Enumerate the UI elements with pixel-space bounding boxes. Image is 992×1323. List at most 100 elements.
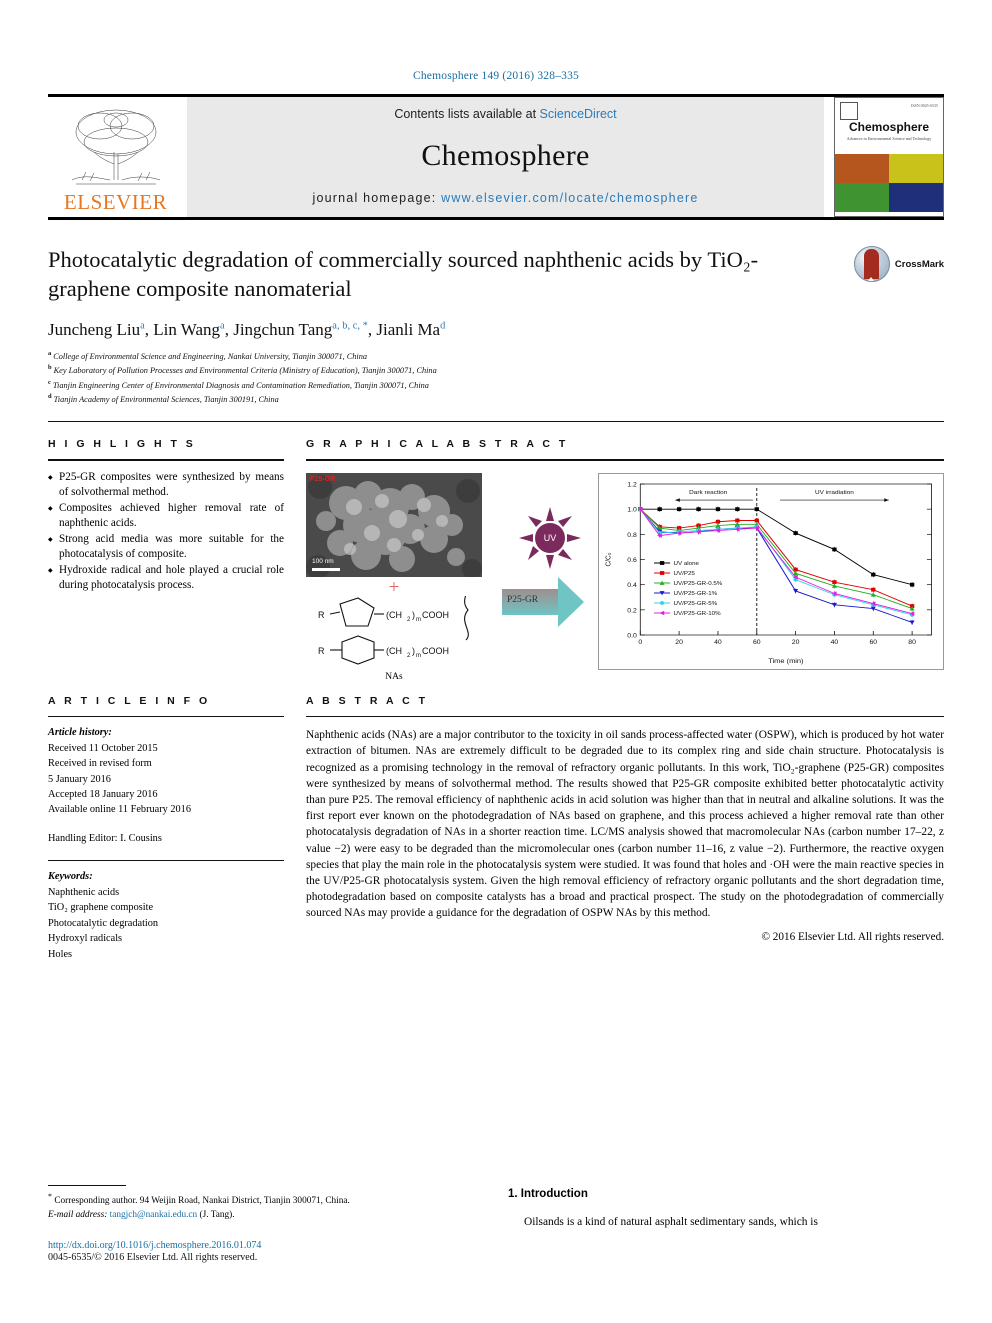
graphical-abstract-column: G R A P H I C A L A B S T R A C T P25-GR…: [306, 422, 944, 682]
sciencedirect-box: Contents lists available at ScienceDirec…: [187, 97, 824, 217]
affiliation-text: Tianjin Academy of Environmental Science…: [53, 395, 279, 405]
highlights-rule: [48, 459, 284, 461]
svg-text:m: m: [416, 617, 421, 623]
svg-text:80: 80: [908, 639, 916, 646]
list-item: Composites achieved higher removal rate …: [48, 501, 284, 531]
article-history-item: Received in revised form: [48, 758, 152, 770]
affiliation-list: a College of Environmental Science and En…: [48, 349, 944, 408]
svg-text:1.0: 1.0: [627, 507, 637, 514]
journal-cover-thumbnail: ISSN 0045-6535 Chemosphere Advances in E…: [834, 97, 944, 217]
elsevier-wordmark: ELSEVIER: [63, 190, 168, 214]
crossmark-icon-notch: [863, 277, 878, 281]
crossmark-icon-inner: [863, 249, 879, 279]
cover-footer: [835, 212, 943, 216]
keyword-item: Naphthenic acids: [48, 886, 120, 898]
highlights-list: P25-GR composites were synthesized by me…: [48, 470, 284, 593]
article-history-item: Available online 11 February 2016: [48, 804, 191, 816]
svg-text:0.0: 0.0: [627, 633, 637, 640]
introduction-heading: 1. Introduction: [508, 1188, 588, 1200]
uv-sun-icon: UV: [519, 506, 581, 569]
uv-label: UV: [535, 522, 565, 553]
svg-text:0.8: 0.8: [627, 532, 637, 539]
list-item: Strong acid media was more suitable for …: [48, 532, 284, 562]
abstract-rule: [306, 715, 944, 718]
svg-text:0.6: 0.6: [627, 557, 637, 564]
homepage-prefix: journal homepage:: [312, 191, 442, 205]
svg-text:R: R: [318, 646, 325, 656]
article-history-item: 5 January 2016: [48, 773, 111, 785]
author-name: Lin Wang: [153, 319, 221, 339]
sem-scale-label: 100 nm: [312, 557, 334, 565]
corresponding-author-text: Corresponding author. 94 Weijin Road, Na…: [52, 1196, 350, 1207]
abstract-body: Naphthenic acids (NAs) are a major contr…: [306, 729, 944, 920]
journal-title: Chemosphere: [421, 139, 590, 172]
svg-text:UV/P25-GR-0.5%: UV/P25-GR-0.5%: [674, 581, 723, 587]
graphical-abstract-heading: G R A P H I C A L A B S T R A C T: [306, 438, 569, 451]
highlights-heading: H I G H L I G H T S: [48, 438, 196, 451]
affiliation-label: a: [48, 349, 52, 357]
article-history-item: Accepted 18 January 2016: [48, 789, 158, 801]
article-history-item: Received 11 October 2015: [48, 742, 158, 754]
svg-text:R: R: [318, 610, 325, 620]
svg-text:20: 20: [675, 639, 683, 646]
svg-text:2: 2: [407, 617, 411, 623]
affiliation-item: b Key Laboratory of Pollution Processes a…: [48, 363, 944, 378]
keyword-item: Holes: [48, 948, 73, 960]
svg-text:20: 20: [792, 639, 800, 646]
keywords-rule: [48, 860, 284, 862]
doi-link[interactable]: http://dx.doi.org/10.1016/j.chemosphere.…: [48, 1240, 428, 1251]
email-link[interactable]: tangjch@nankai.edu.cn: [110, 1210, 198, 1220]
cover-issn: ISSN 0045-6535: [910, 103, 938, 108]
cover-title: Chemosphere: [848, 120, 930, 134]
page-footer: * Corresponding author. 94 Weijin Road, …: [48, 1185, 428, 1263]
affiliation-label: b: [48, 364, 52, 372]
svg-text:Dark reaction: Dark reaction: [689, 490, 727, 496]
author-name: Jingchun Tang: [233, 319, 333, 339]
introduction-section: 1. Introduction Oilsands is a kind of na…: [508, 1188, 948, 1228]
sciencedirect-link[interactable]: ScienceDirect: [540, 107, 617, 121]
footnote-rule: [48, 1185, 126, 1187]
article-info-rule: [48, 715, 284, 718]
abstract-copyright: © 2016 Elsevier Ltd. All rights reserved…: [761, 930, 945, 943]
plus-sign: +: [388, 576, 400, 598]
crossmark-badge[interactable]: CrossMark: [853, 246, 944, 282]
svg-text:UV irradiation: UV irradiation: [815, 490, 854, 496]
article-info-column: A R T I C L E I N F O Article history: R…: [48, 679, 306, 962]
svg-text:C/C₀: C/C₀: [605, 552, 612, 566]
cover-elsevier-mark: [840, 102, 858, 120]
corresponding-author-note: * Corresponding author. 94 Weijin Road, …: [48, 1191, 428, 1223]
svg-text:(CH: (CH: [386, 610, 402, 620]
article-info-heading: A R T I C L E I N F O: [48, 694, 211, 707]
affiliation-text: Tianjin Engineering Center of Environmen…: [52, 380, 429, 390]
svg-text:UV/P25-GR-1%: UV/P25-GR-1%: [674, 591, 718, 597]
svg-text:UV alone: UV alone: [674, 561, 699, 567]
svg-text:1.2: 1.2: [627, 482, 637, 489]
handling-editor: Handling Editor: I. Cousins: [48, 832, 162, 844]
contents-prefix: Contents lists available at: [394, 107, 540, 121]
running-head: Chemosphere 149 (2016) 328–335: [412, 70, 580, 82]
cover-tile-1: [835, 154, 889, 183]
email-label: E-mail address:: [48, 1210, 108, 1221]
cover-image-grid: [835, 154, 943, 212]
title-block: Photocatalytic degradation of commercial…: [48, 246, 944, 407]
author-name: Juncheng Liu: [48, 319, 141, 339]
svg-text:0.2: 0.2: [627, 607, 637, 614]
affiliation-text: Key Laboratory of Pollution Processes an…: [53, 365, 437, 375]
svg-text:COOH: COOH: [422, 646, 449, 656]
page-title: Photocatalytic degradation of commercial…: [48, 247, 759, 301]
article-history-label: Article history:: [48, 727, 112, 739]
author-list: Juncheng Liua, Lin Wanga, Jingchun Tanga…: [48, 319, 446, 339]
journal-homepage-line: journal homepage: www.elsevier.com/locat…: [313, 191, 699, 205]
arrow-label: P25-GR: [507, 594, 539, 605]
highlights-column: H I G H L I G H T S P25-GR composites we…: [48, 422, 306, 679]
affiliation-item: d Tianjin Academy of Environmental Scienc…: [48, 392, 944, 407]
ga-reactants: P25-GR 100 nm + R (CH 2) m COOH R (CH 2…: [306, 472, 502, 682]
highlights-graphical-row: H I G H L I G H T S P25-GR composites we…: [48, 422, 944, 682]
keyword-item: TiO₂ graphene composite: [48, 902, 154, 914]
cover-subtitle: Advances in Environmental Science and Te…: [846, 136, 932, 141]
elsevier-tree-icon: [71, 109, 160, 185]
sem-micrograph: P25-GR 100 nm: [306, 472, 482, 577]
email-owner: (J. Tang).: [197, 1210, 235, 1221]
homepage-link[interactable]: www.elsevier.com/locate/chemosphere: [441, 191, 698, 205]
cover-tile-3: [835, 183, 889, 212]
